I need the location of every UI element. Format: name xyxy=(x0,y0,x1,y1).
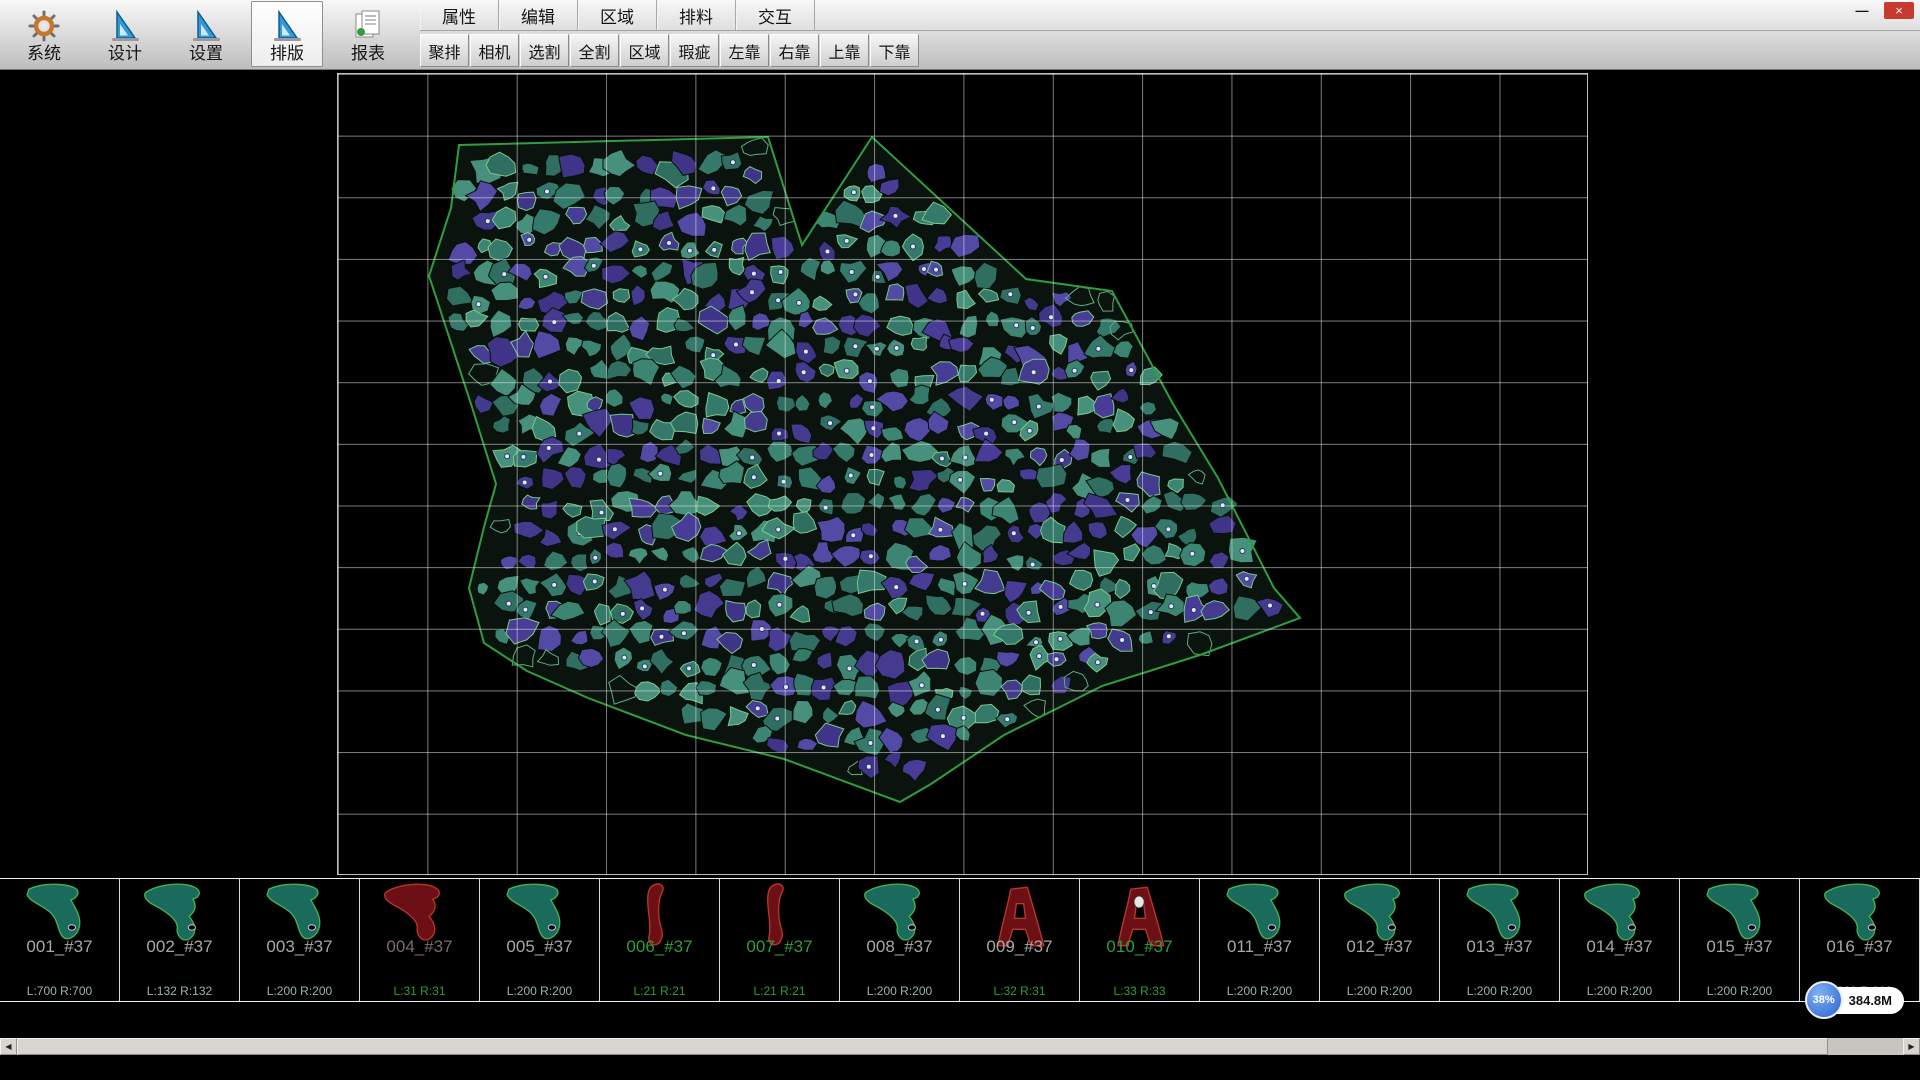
action-button-snap-bottom[interactable]: 下靠 xyxy=(870,34,919,67)
piece-lr-count: L:132 R:132 xyxy=(120,984,239,998)
menu-row: 属性 编辑 区域 排料 交互 xyxy=(420,0,924,31)
piece-lr-count: L:700 R:700 xyxy=(0,984,119,998)
toolbar-spacer xyxy=(924,0,1920,69)
tab-layout-label: 排版 xyxy=(270,43,304,64)
piece-name: 008_#37 xyxy=(840,937,959,957)
piece-lr-count: L:21 R:21 xyxy=(720,984,839,998)
report-icon xyxy=(351,9,385,43)
scrollbar-thumb[interactable] xyxy=(17,1038,1828,1055)
tab-report[interactable]: 报表 xyxy=(332,1,404,67)
tab-system-label: 系统 xyxy=(27,43,61,64)
piece-name: 004_#37 xyxy=(360,937,479,957)
piece-thumbnail-012_#37[interactable]: 012_#37 L:200 R:200 xyxy=(1320,879,1440,1001)
piece-lr-count: L:200 R:200 xyxy=(240,984,359,998)
scrollbar-track[interactable] xyxy=(17,1038,1903,1055)
piece-name: 016_#37 xyxy=(1800,937,1919,957)
app-window: 系统 设计 设置 xyxy=(0,0,1920,1080)
piece-lr-count: L:21 R:21 xyxy=(600,984,719,998)
menu-item-interaction[interactable]: 交互 xyxy=(736,0,815,30)
piece-lr-count: L:33 R:33 xyxy=(1080,984,1199,998)
piece-lr-count: L:31 R:31 xyxy=(360,984,479,998)
tab-design-label: 设计 xyxy=(108,43,142,64)
hide-nesting-layout xyxy=(0,70,1920,878)
piece-lr-count: L:200 R:200 xyxy=(480,984,599,998)
action-button-snap-left[interactable]: 左靠 xyxy=(720,34,769,67)
tab-system[interactable]: 系统 xyxy=(8,1,80,67)
piece-name: 009_#37 xyxy=(960,937,1079,957)
piece-lr-count: L:200 R:200 xyxy=(1440,984,1559,998)
piece-thumbnail-006_#37[interactable]: 006_#37 L:21 R:21 xyxy=(600,879,720,1001)
tab-layout[interactable]: 排版 xyxy=(251,1,323,67)
piece-thumbnail-015_#37[interactable]: 015_#37 L:200 R:200 xyxy=(1680,879,1800,1001)
set-square-icon xyxy=(270,9,304,43)
set-square-icon xyxy=(108,9,142,43)
piece-name: 002_#37 xyxy=(120,937,239,957)
menu-item-region[interactable]: 区域 xyxy=(578,0,657,30)
piece-thumbnail-007_#37[interactable]: 007_#37 L:21 R:21 xyxy=(720,879,840,1001)
piece-lr-count: L:200 R:200 xyxy=(1200,984,1319,998)
action-button-snap-right[interactable]: 右靠 xyxy=(770,34,819,67)
piece-thumbnail-001_#37[interactable]: 001_#37 L:700 R:700 xyxy=(0,879,120,1001)
piece-name: 010_#37 xyxy=(1080,937,1199,957)
piece-thumbnail-013_#37[interactable]: 013_#37 L:200 R:200 xyxy=(1440,879,1560,1001)
piece-lr-count: L:200 R:200 xyxy=(1560,984,1679,998)
menu-item-edit[interactable]: 编辑 xyxy=(499,0,578,30)
menu-item-nesting[interactable]: 排料 xyxy=(657,0,736,30)
action-button-select-cut[interactable]: 选割 xyxy=(520,34,569,67)
tab-report-label: 报表 xyxy=(351,43,385,64)
piece-thumbnail-008_#37[interactable]: 008_#37 L:200 R:200 xyxy=(840,879,960,1001)
menu-area: 属性 编辑 区域 排料 交互 聚排 相机 选割 全割 区域 瑕疵 左靠 右靠 上… xyxy=(420,0,924,69)
tab-settings-label: 设置 xyxy=(189,43,223,64)
piece-name: 005_#37 xyxy=(480,937,599,957)
piece-thumbnail-009_#37[interactable]: 009_#37 L:32 R:31 xyxy=(960,879,1080,1001)
minimize-button[interactable]: — xyxy=(1850,3,1874,19)
tab-settings[interactable]: 设置 xyxy=(170,1,242,67)
piece-name: 001_#37 xyxy=(0,937,119,957)
action-button-defect[interactable]: 瑕疵 xyxy=(670,34,719,67)
piece-name: 013_#37 xyxy=(1440,937,1559,957)
pieces-panel: 001_#37 L:700 R:700 002_#37 L:132 R:132 … xyxy=(0,878,1920,1002)
piece-thumbnail-003_#37[interactable]: 003_#37 L:200 R:200 xyxy=(240,879,360,1001)
piece-thumbnail-011_#37[interactable]: 011_#37 L:200 R:200 xyxy=(1200,879,1320,1001)
menu-item-properties[interactable]: 属性 xyxy=(420,0,499,30)
piece-name: 003_#37 xyxy=(240,937,359,957)
action-button-camera[interactable]: 相机 xyxy=(470,34,519,67)
horizontal-scrollbar[interactable]: ◀ ▶ xyxy=(0,1038,1920,1055)
action-button-region[interactable]: 区域 xyxy=(620,34,669,67)
tab-design[interactable]: 设计 xyxy=(89,1,161,67)
piece-thumbnail-014_#37[interactable]: 014_#37 L:200 R:200 xyxy=(1560,879,1680,1001)
gear-icon xyxy=(27,9,61,43)
window-controls: — × xyxy=(1850,2,1914,19)
piece-name: 011_#37 xyxy=(1200,937,1319,957)
piece-name: 015_#37 xyxy=(1680,937,1799,957)
action-button-cut-all[interactable]: 全割 xyxy=(570,34,619,67)
piece-thumbnail-002_#37[interactable]: 002_#37 L:132 R:132 xyxy=(120,879,240,1001)
main-tab-bar: 系统 设计 设置 xyxy=(0,0,420,69)
action-button-snap-top[interactable]: 上靠 xyxy=(820,34,869,67)
piece-thumbnail-010_#37[interactable]: 010_#37 L:33 R:33 xyxy=(1080,879,1200,1001)
set-square-icon xyxy=(189,9,223,43)
piece-lr-count: L:200 R:200 xyxy=(1680,984,1799,998)
piece-name: 014_#37 xyxy=(1560,937,1679,957)
action-button-row: 聚排 相机 选割 全割 区域 瑕疵 左靠 右靠 上靠 下靠 xyxy=(420,31,924,69)
piece-name: 007_#37 xyxy=(720,937,839,957)
piece-name: 006_#37 xyxy=(600,937,719,957)
action-button-cluster-nest[interactable]: 聚排 xyxy=(420,34,469,67)
piece-lr-count: L:200 R:200 xyxy=(1320,984,1439,998)
piece-lr-count: L:32 R:31 xyxy=(960,984,1079,998)
close-button[interactable]: × xyxy=(1884,2,1914,19)
piece-thumbnail-004_#37[interactable]: 004_#37 L:31 R:31 xyxy=(360,879,480,1001)
piece-lr-count: L:200 R:200 xyxy=(840,984,959,998)
status-badge: 38% 384.8M xyxy=(1805,981,1904,1019)
piece-name: 012_#37 xyxy=(1320,937,1439,957)
nesting-canvas[interactable] xyxy=(0,70,1920,878)
toolbar: 系统 设计 设置 xyxy=(0,0,1920,70)
progress-percent: 38% xyxy=(1805,981,1843,1019)
scroll-left-icon[interactable]: ◀ xyxy=(0,1038,17,1055)
scroll-right-icon[interactable]: ▶ xyxy=(1903,1038,1920,1055)
piece-thumbnail-005_#37[interactable]: 005_#37 L:200 R:200 xyxy=(480,879,600,1001)
